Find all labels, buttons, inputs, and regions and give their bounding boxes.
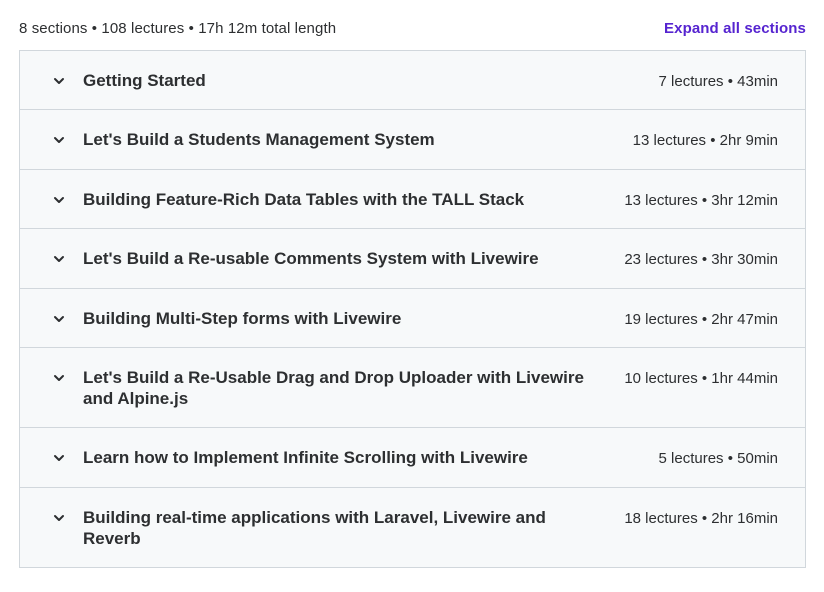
section-header-drag-drop-uploader[interactable]: Let's Build a Re-Usable Drag and Drop Up… [20, 348, 805, 428]
section-title: Learn how to Implement Infinite Scrollin… [83, 448, 528, 467]
section-header-infinite-scrolling[interactable]: Learn how to Implement Infinite Scrollin… [20, 428, 805, 488]
section-header-real-time-apps[interactable]: Building real-time applications with Lar… [20, 488, 805, 567]
chevron-down-icon [52, 371, 66, 385]
section-title: Building real-time applications with Lar… [83, 508, 546, 548]
section-header-comments-system[interactable]: Let's Build a Re-usable Comments System … [20, 229, 805, 289]
chevron-down-icon [52, 74, 66, 88]
chevron-down-icon [52, 133, 66, 147]
section-meta: 23 lectures • 3hr 30min [624, 251, 778, 268]
section-title: Let's Build a Students Management System [83, 130, 435, 149]
expand-all-sections-button[interactable]: Expand all sections [664, 20, 806, 37]
section-meta: 10 lectures • 1hr 44min [624, 370, 778, 387]
section-title: Building Feature-Rich Data Tables with t… [83, 190, 525, 209]
section-header-multi-step-forms[interactable]: Building Multi-Step forms with Livewire … [20, 289, 805, 348]
section-meta: 13 lectures • 2hr 9min [632, 132, 778, 149]
section-title: Let's Build a Re-Usable Drag and Drop Up… [83, 368, 584, 408]
section-header-getting-started[interactable]: Getting Started 7 lectures • 43min [20, 51, 805, 110]
section-meta: 19 lectures • 2hr 47min [624, 311, 778, 328]
section-title: Getting Started [83, 71, 206, 90]
chevron-down-icon [52, 312, 66, 326]
section-meta: 13 lectures • 3hr 12min [624, 192, 778, 209]
section-title: Building Multi-Step forms with Livewire [83, 309, 402, 328]
section-title: Let's Build a Re-usable Comments System … [83, 249, 539, 268]
chevron-down-icon [52, 252, 66, 266]
section-header-data-tables[interactable]: Building Feature-Rich Data Tables with t… [20, 170, 805, 229]
section-header-students-management[interactable]: Let's Build a Students Management System… [20, 110, 805, 170]
section-meta: 7 lectures • 43min [658, 73, 778, 90]
curriculum-header: 8 sections • 108 lectures • 17h 12m tota… [19, 18, 806, 38]
chevron-down-icon [52, 193, 66, 207]
section-meta: 18 lectures • 2hr 16min [624, 510, 778, 527]
curriculum-summary: 8 sections • 108 lectures • 17h 12m tota… [19, 19, 337, 37]
chevron-down-icon [52, 511, 66, 525]
curriculum-section-list: Getting Started 7 lectures • 43min Let's… [19, 50, 806, 568]
chevron-down-icon [52, 451, 66, 465]
section-meta: 5 lectures • 50min [658, 450, 778, 467]
